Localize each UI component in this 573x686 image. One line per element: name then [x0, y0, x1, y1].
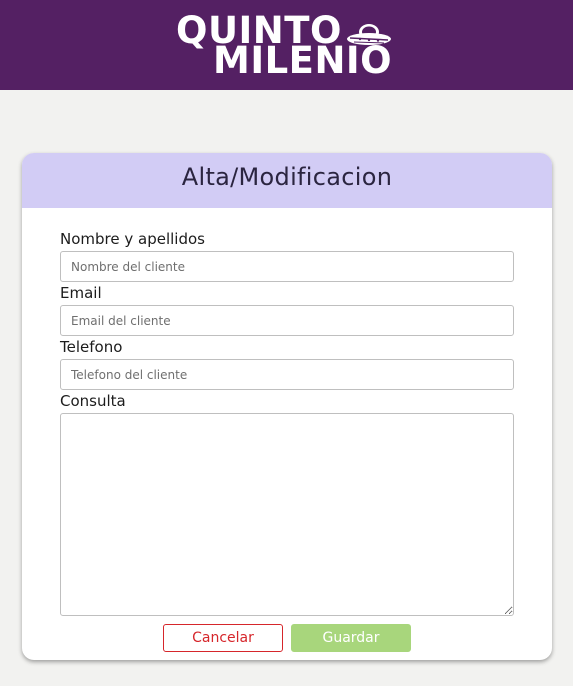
card-header: Alta/Modificacion	[22, 153, 552, 208]
name-input[interactable]	[60, 251, 514, 282]
ufo-icon	[347, 24, 391, 45]
name-label: Nombre y apellidos	[60, 230, 205, 248]
email-label: Email	[60, 284, 102, 302]
phone-label: Telefono	[60, 338, 123, 356]
phone-input[interactable]	[60, 359, 514, 390]
client-form-card: Alta/Modificacion Nombre y apellidos Ema…	[22, 153, 552, 660]
form-title: Alta/Modificacion	[181, 163, 393, 191]
cancel-button[interactable]: Cancelar	[163, 624, 283, 652]
top-bar: QUINTO MILENIO	[0, 0, 573, 90]
save-button[interactable]: Guardar	[291, 624, 411, 652]
inquiry-textarea[interactable]	[60, 413, 514, 616]
inquiry-label: Consulta	[60, 392, 126, 410]
email-input[interactable]	[60, 305, 514, 336]
brand-logo[interactable]: QUINTO MILENIO	[176, 10, 402, 79]
